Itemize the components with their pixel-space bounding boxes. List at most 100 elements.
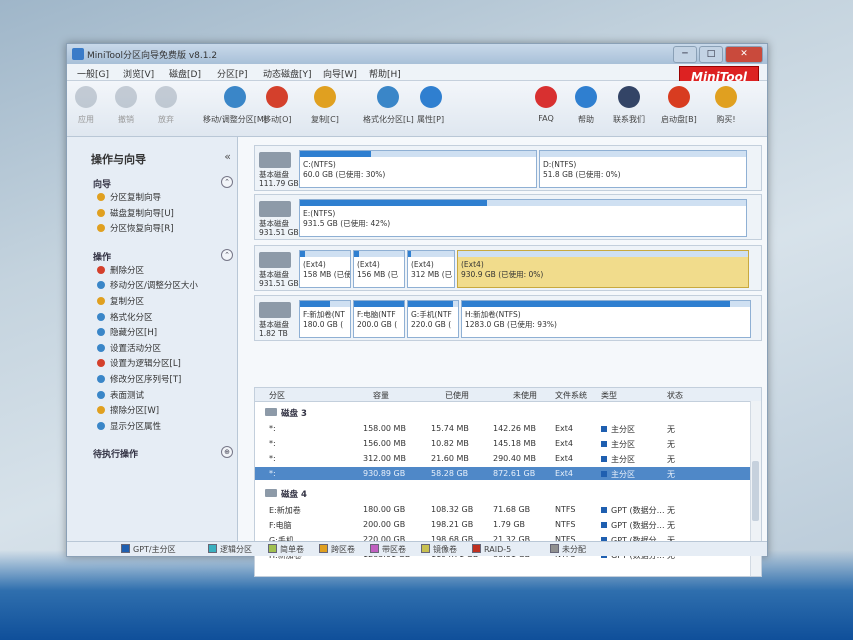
- table-row[interactable]: *: 156.00 MB 10.82 MB 145.18 MB Ext4 主分区 无: [255, 437, 761, 450]
- table-row[interactable]: F:电脑 200.00 GB 198.21 GB 1.79 GB NTFS GPT (数据…: [255, 518, 761, 531]
- col-partition[interactable]: 分区: [269, 390, 285, 401]
- toolbar-button-2[interactable]: 放弃: [155, 86, 177, 125]
- menu-partition[interactable]: 分区[P]: [217, 67, 247, 80]
- close-button[interactable]: ✕: [725, 46, 763, 63]
- col-unused[interactable]: 未使用: [513, 390, 537, 401]
- legend-label: 简单卷: [280, 545, 304, 554]
- partition-block[interactable]: D:(NTFS) 51.8 GB (已使用: 0%): [539, 150, 747, 188]
- partition-block[interactable]: F:电脑(NTF 200.0 GB (: [353, 300, 405, 338]
- minimize-button[interactable]: ─: [673, 46, 697, 63]
- menu-help[interactable]: 帮助[H]: [369, 67, 401, 80]
- col-used[interactable]: 已使用: [445, 390, 469, 401]
- toolbar-button-0[interactable]: 应用: [75, 86, 97, 125]
- legend-item: RAID-5: [472, 544, 511, 554]
- sidebar-item[interactable]: 分区复制向导: [97, 191, 161, 203]
- section-toggle-icon[interactable]: ⌃: [221, 248, 233, 261]
- col-status[interactable]: 状态: [667, 390, 683, 401]
- disk-group-header[interactable]: 磁盘 4: [255, 487, 761, 500]
- col-capacity[interactable]: 容量: [373, 390, 389, 401]
- move-resize-icon: [223, 86, 246, 108]
- table-row[interactable]: E:新加卷 180.00 GB 108.32 GB 71.68 GB NTFS GPT (…: [255, 503, 761, 516]
- table-row[interactable]: *: 312.00 MB 21.60 MB 290.40 MB Ext4 主分区 无: [255, 452, 761, 465]
- sidebar-item[interactable]: 磁盘复制向导[U]: [97, 207, 174, 219]
- cell-unused: 71.68 GB: [493, 505, 531, 514]
- partition-block[interactable]: G:手机(NTF 220.0 GB (: [407, 300, 459, 338]
- menu-disk[interactable]: 磁盘[D]: [169, 67, 201, 80]
- toolbar-button-8[interactable]: FAQ: [535, 86, 557, 123]
- partition-block[interactable]: (Ext4) 312 MB (已: [407, 250, 455, 288]
- partition-block[interactable]: E:(NTFS) 931.5 GB (已使用: 42%): [299, 199, 747, 237]
- cell-status: 无: [667, 455, 675, 464]
- toolbar-button-10[interactable]: 联系我们: [613, 86, 645, 125]
- sidebar-item[interactable]: 显示分区属性: [97, 420, 161, 432]
- sidebar-item[interactable]: 修改分区序列号[T]: [97, 373, 181, 385]
- sidebar-item[interactable]: 设置活动分区: [97, 342, 161, 354]
- cell-used: 108.32 GB: [431, 505, 474, 514]
- toolbar-label: 格式化分区[L]: [363, 115, 414, 124]
- hard-disk-icon: [259, 152, 291, 168]
- toolbar-button-5[interactable]: 复制[C]: [311, 86, 339, 125]
- disk-map-row[interactable]: 基本磁盘 1.82 TB F:新加卷(NT 180.0 GB (F:电脑(NTF 200…: [254, 295, 762, 341]
- sidebar-item[interactable]: 隐藏分区[H]: [97, 326, 157, 338]
- toolbar-button-12[interactable]: 购买!: [715, 86, 737, 125]
- partition-block[interactable]: (Ext4) 930.9 GB (已使用: 0%): [457, 250, 749, 288]
- scrollbar-thumb[interactable]: [752, 461, 759, 521]
- sidebar-item[interactable]: 删除分区: [97, 264, 144, 276]
- disk-map-row[interactable]: 基本磁盘 931.51 GB E:(NTFS) 931.5 GB (已使用: 42%): [254, 194, 762, 240]
- action-icon: [97, 265, 105, 274]
- title-bar[interactable]: MiniTool分区向导免费版 v8.1.2 ─ □ ✕: [67, 44, 767, 64]
- legend-label: GPT/主分区: [133, 545, 176, 554]
- menu-dynamic-disk[interactable]: 动态磁盘[Y]: [263, 67, 312, 80]
- menu-view[interactable]: 浏览[V]: [123, 67, 154, 80]
- sidebar-collapse-icon[interactable]: «: [224, 150, 231, 163]
- section-toggle-icon[interactable]: ⌃: [221, 176, 233, 188]
- partition-block[interactable]: (Ext4) 158 MB (已使: [299, 250, 351, 288]
- sidebar-item[interactable]: 格式化分区: [97, 311, 153, 323]
- action-icon: [97, 343, 105, 352]
- sidebar-item[interactable]: 设置为逻辑分区[L]: [97, 357, 181, 369]
- menu-wizard[interactable]: 向导[W]: [323, 67, 357, 80]
- toolbar-button-7[interactable]: 属性[P]: [417, 86, 444, 125]
- sidebar-item[interactable]: 分区恢复向导[R]: [97, 222, 174, 234]
- sidebar-item[interactable]: 复制分区: [97, 295, 144, 307]
- col-filesystem[interactable]: 文件系统: [555, 390, 587, 401]
- cell-unused: 142.26 MB: [493, 424, 536, 433]
- cell-used: 198.21 GB: [431, 520, 474, 529]
- sidebar-item[interactable]: 移动分区/调整分区大小: [97, 279, 198, 291]
- cell-type: 主分区: [601, 424, 635, 435]
- partition-block[interactable]: H:新加卷(NTFS) 1283.0 GB (已使用: 93%): [461, 300, 751, 338]
- disk-map-row[interactable]: 基本磁盘 111.79 GB C:(NTFS) 60.0 GB (已使用: 30%) D…: [254, 145, 762, 191]
- hard-disk-icon: [259, 201, 291, 217]
- disk-group-header[interactable]: 磁盘 3: [255, 406, 761, 419]
- section-toggle-icon[interactable]: ⊕: [221, 446, 233, 459]
- partition-size: 180.0 GB (: [303, 320, 344, 329]
- table-row[interactable]: *: 930.89 GB 58.28 GB 872.61 GB Ext4 主分区 无: [255, 467, 761, 480]
- toolbar-button-3[interactable]: 移动/调整分区[M]: [203, 86, 267, 125]
- disk-map-row[interactable]: 基本磁盘 931.51 GB (Ext4) 158 MB (已使 (Ext4) 156 M…: [254, 245, 762, 291]
- col-type[interactable]: 类型: [601, 390, 617, 401]
- toolbar-button-11[interactable]: 启动盘[B]: [661, 86, 697, 125]
- sidebar-item[interactable]: 表面测试: [97, 389, 144, 401]
- legend-swatch: [550, 544, 559, 553]
- toolbar-button-6[interactable]: 格式化分区[L]: [363, 86, 414, 125]
- toolbar-button-1[interactable]: 撤销: [115, 86, 137, 125]
- partition-size: 312 MB (已: [411, 270, 453, 279]
- cell-fs: NTFS: [555, 505, 576, 514]
- primary-partition-icon: [601, 522, 607, 528]
- cell-type: 主分区: [601, 469, 635, 480]
- toolbar-button-9[interactable]: 帮助: [575, 86, 597, 125]
- partition-block[interactable]: C:(NTFS) 60.0 GB (已使用: 30%): [299, 150, 537, 188]
- cell-type: 主分区: [601, 439, 635, 450]
- partition-block[interactable]: (Ext4) 156 MB (已: [353, 250, 405, 288]
- menu-general[interactable]: 一般[G]: [77, 67, 109, 80]
- cell-partition: *:: [269, 439, 276, 448]
- partition-block[interactable]: F:新加卷(NT 180.0 GB (: [299, 300, 351, 338]
- toolbar-button-4[interactable]: 移动[O]: [263, 86, 292, 125]
- partition-name: G:手机(NTF: [411, 310, 452, 319]
- cell-capacity: 158.00 MB: [363, 424, 406, 433]
- maximize-button[interactable]: □: [699, 46, 723, 63]
- sidebar-item[interactable]: 擦除分区[W]: [97, 404, 159, 416]
- cell-status: 无: [667, 425, 675, 434]
- table-row[interactable]: *: 158.00 MB 15.74 MB 142.26 MB Ext4 主分区 无: [255, 422, 761, 435]
- action-icon: [97, 375, 105, 383]
